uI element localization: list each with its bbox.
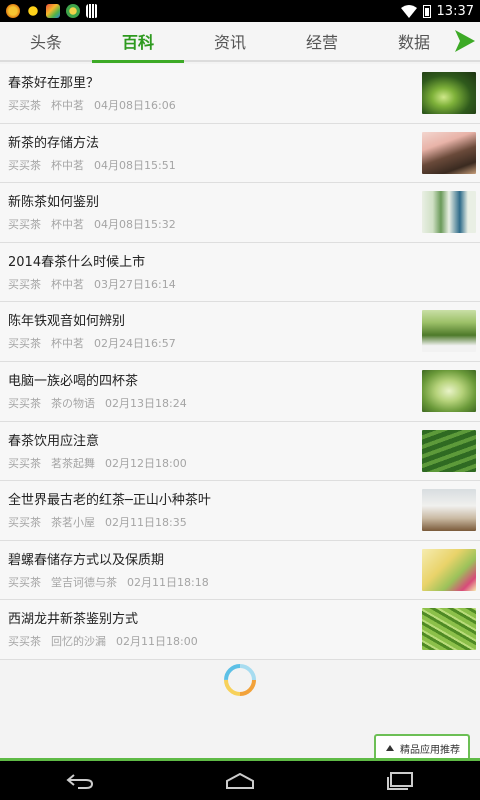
- article-meta: 买买茶 茶の物语 02月13日18:24: [8, 395, 197, 411]
- list-item[interactable]: 春茶好在那里？ 买买茶 杯中茗 04月08日16:06: [0, 64, 480, 124]
- app-icon-green: [66, 4, 80, 18]
- article-source: 买买茶: [8, 516, 41, 530]
- article-title: 新陈茶如何鉴别: [8, 195, 100, 211]
- barcode-icon: [86, 4, 98, 18]
- article-meta: 买买茶 杯中茗 03月27日16:14: [8, 276, 186, 292]
- tab-jingying[interactable]: 经营: [276, 21, 368, 61]
- notification-icons: [6, 4, 98, 18]
- article-title: 电脑一族必喝的四杯茶: [8, 373, 139, 389]
- tab-baike[interactable]: 百科: [92, 21, 184, 63]
- article-meta: 买买茶 回忆的沙漏 02月11日18:00: [8, 633, 208, 649]
- list-item[interactable]: 新茶的存储方法 买买茶 杯中茗 04月08日15:51: [0, 123, 480, 184]
- list-item[interactable]: 陈年铁观音如何辨别 买买茶 杯中茗 02月24日16:57: [0, 302, 480, 362]
- article-date: 02月11日18:35: [105, 516, 187, 530]
- article-source: 买买茶: [8, 575, 41, 589]
- article-list: 春茶好在那里？ 买买茶 杯中茗 04月08日16:06 新茶的存储方法 买买茶 杯中茗…: [0, 64, 480, 660]
- article-author: 茶茗小屋: [51, 516, 95, 530]
- back-icon[interactable]: [60, 769, 100, 793]
- list-item[interactable]: 2014春茶什么时候上市 买买茶 杯中茗 03月27日16:14: [0, 242, 480, 303]
- article-author: 杯中茗: [51, 158, 84, 172]
- article-author: 茗茶起舞: [51, 456, 95, 470]
- article-title: 新茶的存储方法: [8, 135, 100, 151]
- article-source: 买买茶: [8, 99, 41, 112]
- article-author: 杯中茗: [51, 277, 84, 291]
- tab-toutiao[interactable]: 头条: [0, 21, 92, 61]
- home-icon[interactable]: [220, 769, 260, 793]
- article-title: 全世界最古老的红茶─正山小种茶叶: [8, 493, 211, 509]
- article-source: 买买茶: [8, 396, 41, 410]
- tea-leaves-photo: [422, 72, 476, 114]
- black-tea-box-photo: [422, 489, 476, 532]
- tea-pot-photo: [422, 131, 476, 174]
- recommend-label: 精品应用推荐: [400, 744, 460, 756]
- article-title: 碧螺春储存方式以及保质期: [8, 552, 165, 568]
- article-meta: 买买茶 杯中茗 04月08日16:06: [8, 97, 186, 113]
- list-item[interactable]: 碧螺春储存方式以及保质期 买买茶 堂吉诃德与茶 02月11日18:18: [0, 540, 480, 601]
- list-item[interactable]: 电脑一族必喝的四杯茶 买买茶 茶の物语 02月13日18:24: [0, 361, 480, 422]
- tea-boxes-photo: [422, 191, 476, 234]
- article-source: 买买茶: [8, 456, 41, 470]
- article-date: 02月24日16:57: [94, 337, 176, 351]
- article-meta: 买买茶 杯中茗 04月08日15:51: [8, 157, 186, 173]
- article-title: 春茶饮用应注意: [8, 433, 100, 449]
- article-author: 杯中茗: [51, 99, 84, 112]
- tea-field-photo: [422, 429, 476, 472]
- article-date: 02月13日18:24: [105, 396, 187, 410]
- article-title: 陈年铁观音如何辨别: [8, 314, 126, 330]
- article-meta: 买买茶 堂吉诃德与茶 02月11日18:18: [8, 574, 219, 590]
- article-author: 茶の物语: [51, 396, 95, 410]
- recommend-apps-button[interactable]: 精品应用推荐: [374, 734, 470, 760]
- tab-zixun[interactable]: 资讯: [184, 21, 276, 61]
- battery-icon: [422, 4, 431, 18]
- app-icon-colorful: [46, 4, 60, 18]
- system-nav-bar: [0, 761, 480, 800]
- article-date: 04月08日16:06: [94, 99, 176, 112]
- list-item[interactable]: 春茶饮用应注意 买买茶 茗茶起舞 02月12日18:00: [0, 421, 480, 482]
- tieguanyin-photo: [422, 310, 476, 353]
- app-screen: 13:37 头条 百科 资讯 经营 数据 春茶好在那里？ 买买茶 杯中茗 04月08…: [0, 0, 480, 800]
- article-date: 04月08日15:51: [94, 158, 176, 172]
- loading-spinner-icon: [224, 664, 256, 696]
- green-tea-cup-photo: [422, 369, 476, 412]
- article-meta: 买买茶 茶茗小屋 02月11日18:35: [8, 514, 197, 530]
- article-date: 03月27日16:14: [94, 277, 176, 291]
- list-item[interactable]: 西湖龙井新茶鉴别方式 买买茶 回忆的沙漏 02月11日18:00: [0, 600, 480, 660]
- article-date: 02月11日18:00: [116, 635, 198, 649]
- article-author: 杯中茗: [51, 218, 84, 232]
- recents-icon[interactable]: [380, 769, 420, 793]
- clock: 13:37: [436, 3, 474, 19]
- article-title: 西湖龙井新茶鉴别方式: [8, 612, 139, 628]
- article-source: 买买茶: [8, 337, 41, 351]
- article-date: 04月08日15:32: [94, 218, 176, 232]
- article-source: 买买茶: [8, 218, 41, 232]
- tab-shuju[interactable]: 数据: [368, 21, 460, 61]
- article-meta: 买买茶 杯中茗 02月24日16:57: [8, 335, 186, 351]
- app-icon-orange: [6, 4, 20, 18]
- article-author: 杯中茗: [51, 337, 84, 351]
- list-item[interactable]: 全世界最古老的红茶─正山小种茶叶 买买茶 茶茗小屋 02月11日18:35: [0, 481, 480, 541]
- article-author: 堂吉诃德与茶: [51, 575, 117, 589]
- article-author: 回忆的沙漏: [51, 635, 106, 649]
- article-meta: 买买茶 杯中茗 04月08日15:32: [8, 216, 186, 232]
- article-date: 02月12日18:00: [105, 456, 187, 470]
- article-source: 买买茶: [8, 635, 41, 649]
- sun-icon: [26, 4, 40, 18]
- system-status: 13:37: [400, 3, 474, 19]
- category-tab-bar: 头条 百科 资讯 经营 数据: [0, 21, 480, 63]
- article-meta: 买买茶 茗茶起舞 02月12日18:00: [8, 455, 197, 471]
- article-source: 买买茶: [8, 158, 41, 172]
- article-title: 2014春茶什么时候上市: [8, 254, 146, 270]
- article-title: 春茶好在那里？: [8, 76, 100, 91]
- status-bar: 13:37: [0, 0, 480, 22]
- forward-arrow-icon[interactable]: [454, 28, 476, 54]
- biluochun-package-photo: [422, 548, 476, 591]
- article-source: 买买茶: [8, 277, 41, 291]
- longjing-leaves-photo: [422, 608, 476, 651]
- article-date: 02月11日18:18: [127, 575, 209, 589]
- wifi-icon: [400, 4, 417, 18]
- list-item[interactable]: 新陈茶如何鉴别 买买茶 杯中茗 04月08日15:32: [0, 183, 480, 243]
- expand-up-icon: [386, 745, 394, 751]
